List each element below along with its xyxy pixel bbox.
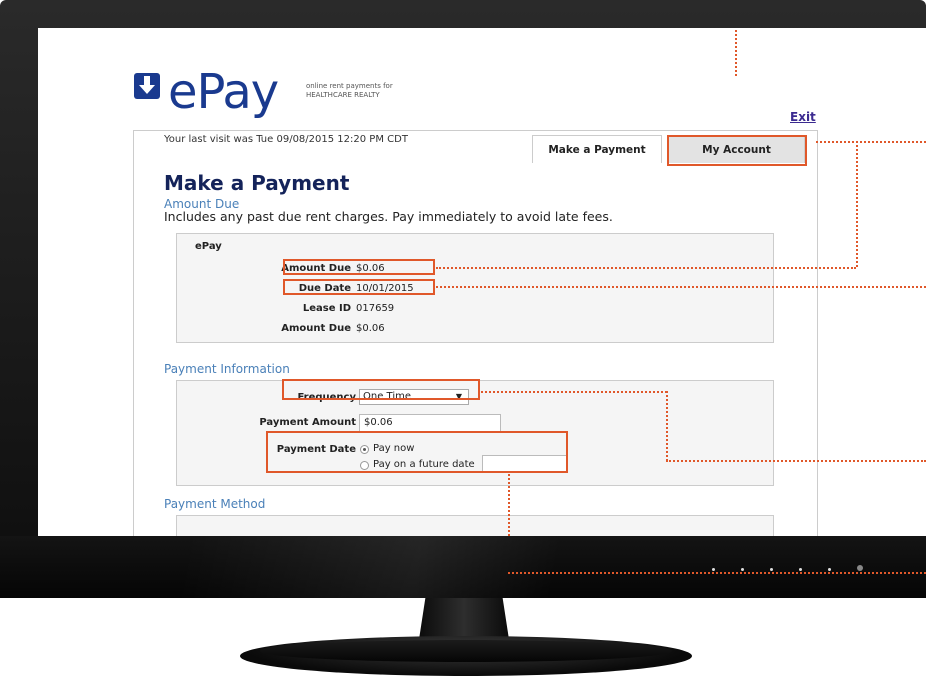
amount-due-total-label: Amount Due [281,323,351,334]
callout-line [436,267,856,269]
payment-method-box [176,515,774,536]
payment-information-heading: Payment Information [164,362,290,376]
payment-date-callout [266,431,568,473]
lease-id-label: Lease ID [302,303,351,314]
monitor-button[interactable] [828,568,831,571]
monitor-button[interactable] [712,568,715,571]
amount-due-total-value: $0.06 [356,323,385,334]
tab-make-a-payment[interactable]: Make a Payment [532,135,662,163]
callout-line [436,286,926,288]
page-title: Make a Payment [164,171,350,195]
callout-line [856,141,858,267]
lease-id-value: 017659 [356,303,395,314]
payment-method-heading: Payment Method [164,497,266,511]
amount-due-note: Includes any past due rent charges. Pay … [164,209,613,224]
callout-line [735,28,737,76]
download-arrow-icon [134,73,160,99]
amount-due-callout [283,259,435,275]
logo-tagline: online rent payments for HEALTHCARE REAL… [306,82,393,99]
callout-line [666,460,926,462]
callout-line [816,141,926,143]
monitor-base-top [260,640,672,662]
monitor-button[interactable] [799,568,802,571]
screen-glare [0,536,926,598]
callout-line [481,391,667,393]
callout-line [508,474,510,536]
power-button[interactable] [857,565,863,571]
frequency-callout [282,379,480,400]
callout-line [508,572,926,574]
my-account-callout [667,135,807,166]
exit-link[interactable]: Exit [790,110,816,124]
monitor-button[interactable] [741,568,744,571]
group-title: ePay [195,241,222,252]
callout-line [666,391,668,461]
payment-amount-input[interactable]: $0.06 [359,414,501,432]
payment-panel: Your last visit was Tue 09/08/2015 12:20… [133,130,818,536]
payment-amount-label: Payment Amount [259,417,356,428]
last-visit-text: Your last visit was Tue 09/08/2015 12:20… [164,134,408,145]
amount-due-box: ePay Amount Due $0.06 Due Date 10/01/201… [176,233,774,343]
logo-wordmark: ePay [168,64,279,120]
monitor-button[interactable] [770,568,773,571]
due-date-callout [283,279,435,295]
browser-screen: ePay online rent payments for HEALTHCARE… [38,28,926,536]
